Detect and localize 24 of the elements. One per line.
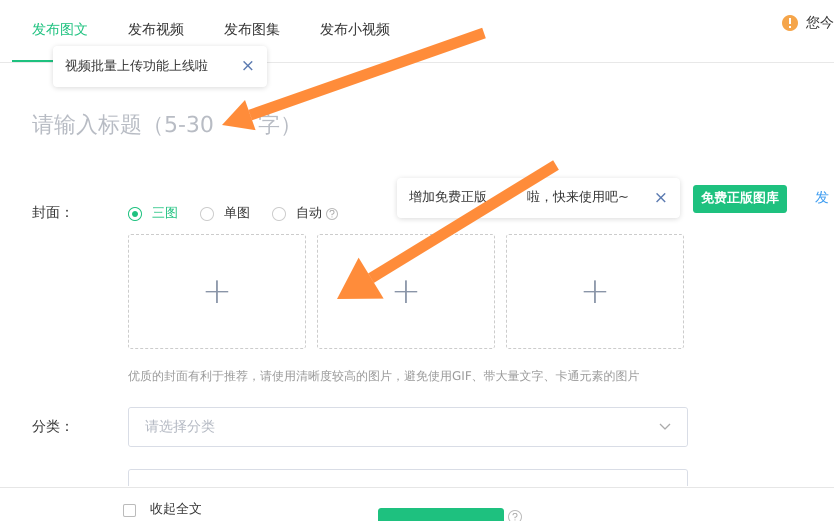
chevron-icon — [659, 423, 671, 431]
tab[interactable]: 发布小视频 — [300, 0, 410, 62]
radio-option[interactable]: 单图 — [200, 204, 250, 224]
image-upload-slot[interactable]: + — [506, 234, 684, 349]
tooltip-text: 啦，快来使用吧~ — [527, 189, 630, 208]
link[interactable]: 发 — [815, 188, 829, 209]
radio-option[interactable]: 三图 — [128, 204, 178, 224]
image-upload-slot[interactable]: + — [317, 234, 495, 349]
library-button[interactable]: 免费正版图库 — [693, 185, 787, 212]
warning-icon — [782, 15, 798, 31]
radio-option[interactable]: 自动 — [272, 204, 338, 224]
notice-text: 您今 — [806, 14, 834, 32]
close-button[interactable]: × — [226, 58, 255, 75]
field-label: 封面： — [32, 204, 75, 223]
category-select[interactable]: 请选择分类 — [128, 407, 688, 447]
image-upload-slot[interactable]: + — [128, 234, 306, 349]
tags-field[interactable] — [128, 469, 688, 486]
help-icon[interactable] — [326, 208, 338, 220]
tooltip-text: 增加免费正版 — [409, 189, 487, 208]
field-label: 分类： — [32, 418, 75, 436]
close-button[interactable]: × — [640, 190, 668, 206]
help-icon[interactable] — [508, 510, 522, 521]
cover-hint: 优质的封面有利于推荐，请使用清晰度较高的图片，避免使用GIF、带大量文字、卡通元素的图片 — [128, 368, 640, 385]
checkbox[interactable]: 收起全文 — [123, 502, 202, 518]
